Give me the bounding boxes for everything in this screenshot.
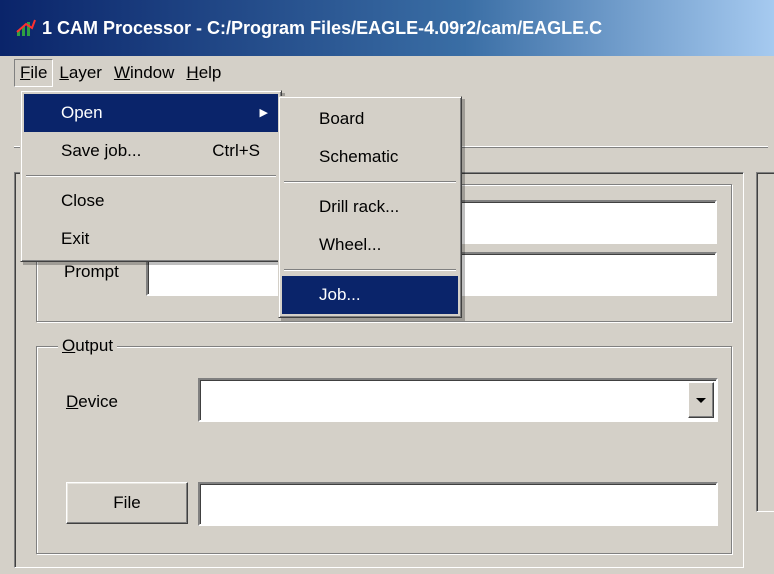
window-title: 1 CAM Processor - C:/Program Files/EAGLE…	[42, 17, 603, 38]
open-submenu: Board Schematic Drill rack... Wheel... J…	[278, 96, 462, 318]
menu-window[interactable]: Window	[108, 59, 180, 87]
open-submenu-wheel[interactable]: Wheel...	[282, 226, 458, 264]
file-menu-open[interactable]: Open ▶	[24, 94, 278, 132]
file-menu-save-job[interactable]: Save job... Ctrl+S	[24, 132, 278, 170]
side-panel	[756, 172, 774, 512]
device-select[interactable]	[198, 378, 718, 422]
menu-separator	[284, 181, 456, 183]
job-name-field[interactable]	[455, 200, 717, 244]
menu-separator	[284, 269, 456, 271]
prompt-label: Prompt	[64, 262, 119, 281]
title-bar[interactable]: 1 CAM Processor - C:/Program Files/EAGLE…	[0, 0, 774, 56]
open-submenu-schematic[interactable]: Schematic	[282, 138, 458, 176]
device-label: Device	[66, 392, 118, 411]
menu-layer[interactable]: Layer	[53, 59, 108, 87]
file-menu-exit[interactable]: Exit	[24, 220, 278, 258]
menu-bar: File Layer Window Help	[0, 56, 774, 90]
file-menu-close[interactable]: Close	[24, 182, 278, 220]
save-job-shortcut: Ctrl+S	[212, 141, 260, 160]
device-dropdown-button[interactable]	[688, 382, 714, 418]
submenu-arrow-icon: ▶	[259, 107, 268, 119]
open-submenu-drill-rack[interactable]: Drill rack...	[282, 188, 458, 226]
menu-separator	[26, 175, 276, 177]
chevron-down-icon	[695, 385, 707, 415]
menu-help[interactable]: Help	[180, 59, 227, 87]
open-submenu-job[interactable]: Job...	[282, 276, 458, 314]
output-group-title: Output	[58, 336, 118, 356]
menu-file[interactable]: File	[14, 59, 54, 87]
open-submenu-board[interactable]: Board	[282, 100, 458, 138]
eagle-app-icon[interactable]	[16, 18, 36, 38]
output-file-field[interactable]	[198, 482, 718, 526]
cam-processor-window: 1 CAM Processor - C:/Program Files/EAGLE…	[0, 0, 774, 574]
file-button[interactable]: File	[66, 482, 188, 524]
file-menu: Open ▶ Save job... Ctrl+S Close Exit	[20, 90, 282, 262]
